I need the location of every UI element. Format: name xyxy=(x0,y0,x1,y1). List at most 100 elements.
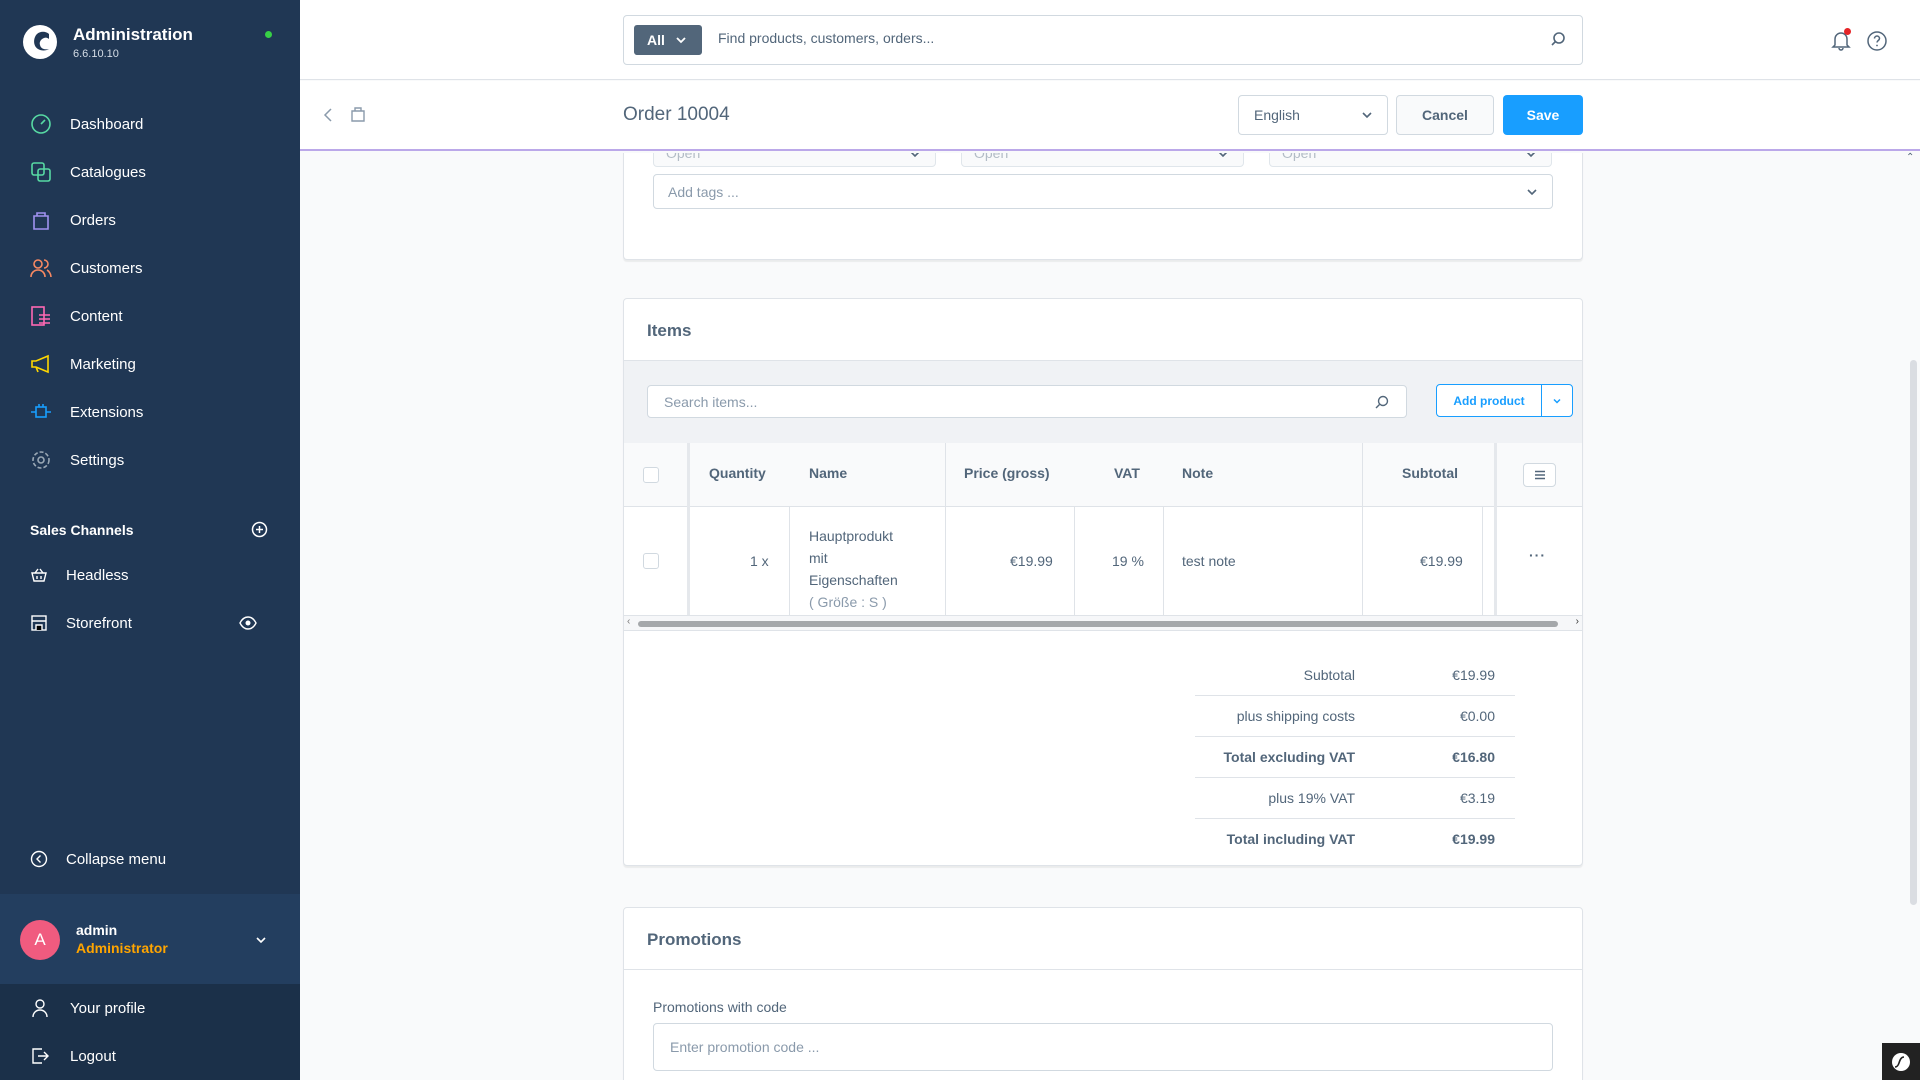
nav-item-marketing[interactable]: Marketing xyxy=(0,340,300,388)
cell-vat[interactable]: 19 % xyxy=(1112,553,1144,569)
logout-label: Logout xyxy=(70,1047,116,1065)
save-button[interactable]: Save xyxy=(1503,95,1583,135)
add-sales-channel-icon[interactable] xyxy=(251,521,268,538)
sales-channel-label: Storefront xyxy=(66,614,132,632)
column-header-vat[interactable]: VAT xyxy=(1114,465,1140,481)
column-header-subtotal[interactable]: Subtotal xyxy=(1402,465,1458,481)
search-type-dropdown[interactable]: All xyxy=(634,25,702,55)
marketing-icon xyxy=(31,354,49,374)
chevron-down-icon xyxy=(1527,189,1537,196)
nav-item-extensions[interactable]: Extensions xyxy=(0,388,300,436)
add-product-split-button: Add product xyxy=(1436,384,1573,417)
nav-item-customers[interactable]: Customers xyxy=(0,244,300,292)
chevron-down-icon[interactable] xyxy=(255,934,267,946)
scroll-left-arrow-icon[interactable]: ‹ xyxy=(627,616,630,627)
orders-icon xyxy=(33,212,49,230)
nav-item-catalogues[interactable]: Catalogues xyxy=(0,148,300,196)
customers-icon xyxy=(30,259,52,278)
cancel-button[interactable]: Cancel xyxy=(1396,95,1494,135)
summary-value[interactable]: €0.00 xyxy=(1460,708,1495,724)
cell-divider xyxy=(1074,507,1075,615)
nav-label: Marketing xyxy=(70,355,136,373)
items-card: Items Search items... Add product Quanti… xyxy=(623,298,1583,866)
delivery-status-select[interactable]: Open xyxy=(1269,153,1552,167)
collapse-menu-button[interactable]: Collapse menu xyxy=(30,850,166,868)
cell-note[interactable]: test note xyxy=(1182,553,1236,569)
scrollbar-thumb[interactable] xyxy=(638,621,1558,627)
delivery-status-value: Open xyxy=(1282,153,1317,161)
logout-link[interactable]: Logout xyxy=(0,1032,300,1080)
summary-row-shipping: plus shipping costs €0.00 xyxy=(1195,696,1515,737)
cell-price[interactable]: €19.99 xyxy=(1010,553,1053,569)
nav-label: Dashboard xyxy=(70,115,144,133)
eye-icon[interactable] xyxy=(239,614,257,632)
user-role: Administrator xyxy=(76,940,168,956)
column-divider xyxy=(945,443,946,507)
row-checkbox[interactable] xyxy=(643,553,659,569)
search-icon[interactable] xyxy=(1549,30,1568,49)
column-header-name[interactable]: Name xyxy=(809,465,847,481)
scrollbar-thumb[interactable] xyxy=(1910,360,1917,905)
cell-divider xyxy=(1163,507,1164,615)
help-icon[interactable] xyxy=(1866,30,1888,52)
dashboard-icon xyxy=(31,114,51,134)
cell-name[interactable]: Hauptprodukt mit Eigenschaften ( Größe :… xyxy=(809,525,898,613)
nav-item-content[interactable]: Content xyxy=(0,292,300,340)
scroll-right-arrow-icon[interactable]: › xyxy=(1576,616,1579,627)
cell-quantity[interactable]: 1 x xyxy=(750,553,769,569)
nav-label: Content xyxy=(70,307,123,325)
payment-status-value: Open xyxy=(974,153,1009,161)
column-settings-button[interactable] xyxy=(1523,463,1556,487)
items-search-input[interactable]: Search items... xyxy=(647,385,1407,418)
orders-icon xyxy=(351,107,365,122)
horizontal-scrollbar[interactable]: ‹ › xyxy=(624,615,1582,631)
page-title: Order 10004 xyxy=(623,104,730,125)
nav-item-orders[interactable]: Orders xyxy=(0,196,300,244)
select-all-checkbox[interactable] xyxy=(643,467,659,483)
column-header-price[interactable]: Price (gross) xyxy=(964,465,1050,481)
payment-status-select[interactable]: Open xyxy=(961,153,1244,167)
column-divider xyxy=(1494,443,1497,615)
product-name-line: Eigenschaften xyxy=(809,572,898,588)
cell-divider xyxy=(789,507,790,615)
global-search: All Find products, customers, orders... xyxy=(623,15,1583,65)
chevron-left-icon[interactable] xyxy=(320,107,336,123)
column-divider xyxy=(1362,443,1363,615)
scroll-up-arrow-icon[interactable]: ⌃ xyxy=(1906,152,1914,163)
chevron-down-icon xyxy=(1553,398,1561,404)
promotions-card-title: Promotions xyxy=(647,930,742,949)
summary-value: €19.99 xyxy=(1452,667,1495,683)
summary-row-vat: plus 19% VAT €3.19 xyxy=(1195,778,1515,819)
language-select[interactable]: English xyxy=(1238,95,1388,135)
sales-channel-headless[interactable]: Headless xyxy=(30,563,275,587)
user-name: admin xyxy=(76,922,118,938)
add-product-dropdown[interactable] xyxy=(1542,385,1572,416)
your-profile-label: Your profile xyxy=(70,999,146,1017)
user-menu[interactable]: A admin Administrator xyxy=(0,894,300,984)
summary-label: Total including VAT xyxy=(1226,831,1355,847)
row-actions-button[interactable]: ··· xyxy=(1529,547,1546,563)
symfony-toolbar-icon[interactable] xyxy=(1882,1043,1920,1080)
summary-row-net-total: Total excluding VAT €16.80 xyxy=(1195,737,1515,778)
add-product-button[interactable]: Add product xyxy=(1437,385,1542,416)
nav-item-dashboard[interactable]: Dashboard xyxy=(0,100,300,148)
user-links: Your profile Logout xyxy=(0,984,300,1080)
order-status-select[interactable]: Open xyxy=(653,153,936,167)
your-profile-link[interactable]: Your profile xyxy=(0,984,300,1032)
product-name-line: Hauptprodukt xyxy=(809,528,894,544)
cell-divider xyxy=(1482,507,1483,615)
items-table: Quantity Name Price (gross) VAT Note Sub… xyxy=(624,443,1582,633)
summary-label: Subtotal xyxy=(1303,667,1355,683)
global-search-input[interactable]: Find products, customers, orders... xyxy=(718,30,934,46)
tags-select[interactable]: Add tags ... xyxy=(653,174,1553,209)
brand[interactable]: Administration 6.6.10.10 xyxy=(22,24,193,60)
summary-label: plus 19% VAT xyxy=(1268,790,1355,806)
column-header-note[interactable]: Note xyxy=(1182,465,1213,481)
chevron-down-icon xyxy=(1362,112,1372,119)
nav-item-settings[interactable]: Settings xyxy=(0,436,300,484)
product-variant: ( Größe : S ) xyxy=(809,594,887,610)
chevron-down-icon xyxy=(910,153,920,158)
column-header-quantity[interactable]: Quantity xyxy=(709,465,766,481)
sales-channel-storefront[interactable]: Storefront xyxy=(30,611,275,635)
promotion-code-input[interactable]: Enter promotion code ... xyxy=(653,1023,1553,1071)
